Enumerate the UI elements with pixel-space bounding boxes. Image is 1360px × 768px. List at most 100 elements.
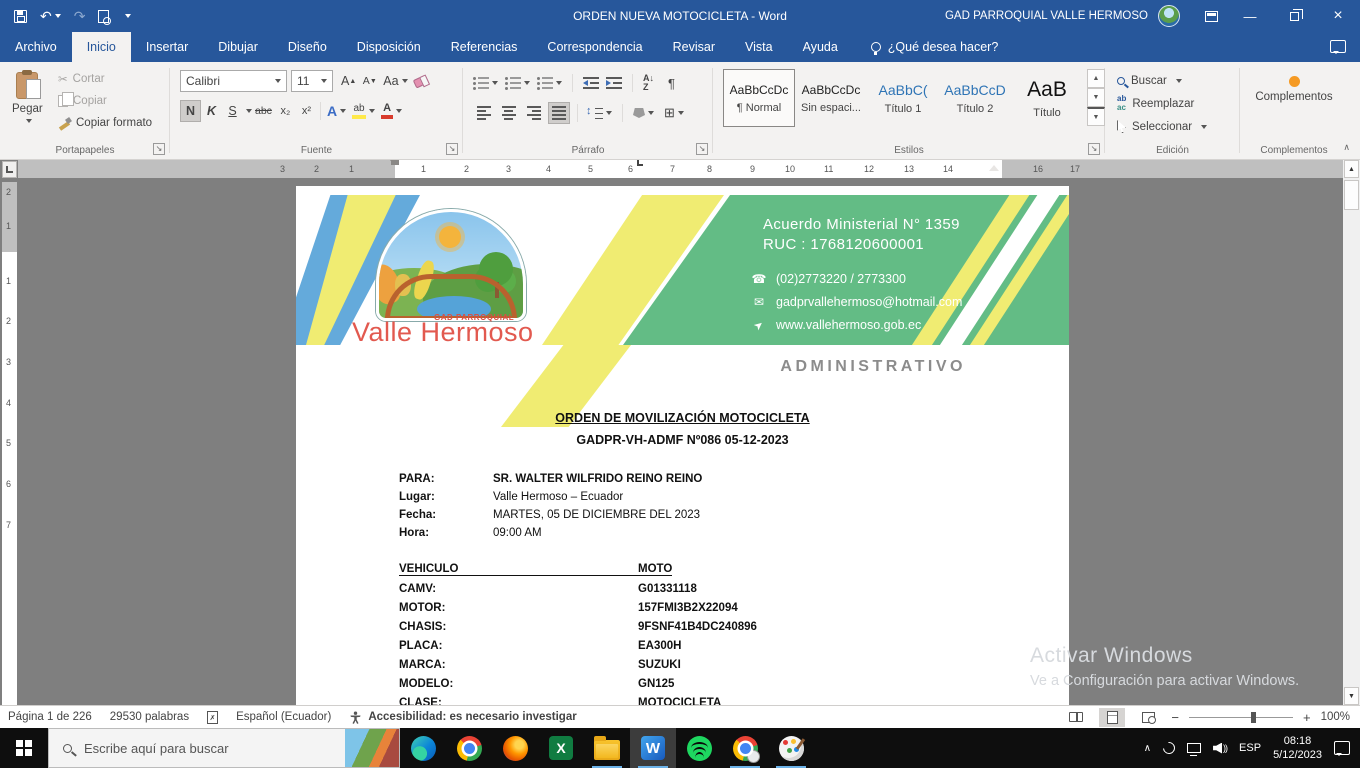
font-dialog-launcher[interactable]: ↘ [446, 143, 458, 155]
styles-scroll-up[interactable]: ▲ [1087, 69, 1105, 88]
page-indicator[interactable]: Página 1 de 226 [8, 711, 92, 723]
change-case-button[interactable]: Aa [380, 70, 410, 92]
taskbar-chrome[interactable] [446, 728, 492, 768]
shading-button[interactable] [630, 102, 657, 124]
tab-insertar[interactable]: Insertar [131, 32, 203, 62]
select-button[interactable]: Seleccionar [1117, 115, 1207, 138]
shrink-font-button[interactable]: A▼ [359, 70, 380, 92]
tab-revisar[interactable]: Revisar [658, 32, 730, 62]
decrease-indent-button[interactable] [583, 77, 599, 89]
taskbar-firefox[interactable] [492, 728, 538, 768]
scroll-up-button[interactable]: ▲ [1344, 160, 1359, 178]
taskbar-excel[interactable]: X [538, 728, 584, 768]
replace-button[interactable]: abacReemplazar [1117, 92, 1207, 115]
close-button[interactable]: × [1316, 0, 1360, 32]
zoom-out-button[interactable]: − [1171, 710, 1179, 725]
onedrive-icon[interactable] [1161, 740, 1178, 757]
sort-button[interactable]: A↓Z [643, 74, 654, 92]
taskbar-word[interactable]: W [630, 728, 676, 768]
taskbar-file-explorer[interactable] [584, 728, 630, 768]
underline-button[interactable]: S [222, 100, 243, 122]
scroll-down-button[interactable]: ▼ [1344, 687, 1359, 705]
comments-icon[interactable] [1330, 40, 1346, 53]
tray-chevron-icon[interactable]: ∧ [1144, 743, 1151, 754]
vertical-ruler[interactable]: 211234567 [2, 182, 17, 705]
account-name[interactable]: GAD PARROQUIAL VALLE HERMOSO [945, 10, 1148, 22]
justify-button[interactable] [548, 102, 570, 124]
font-color-button[interactable]: A [378, 100, 405, 122]
taskbar-edge[interactable] [400, 728, 446, 768]
bold-button[interactable]: N [180, 100, 201, 122]
highlight-button[interactable]: ab [349, 100, 378, 122]
tab-vista[interactable]: Vista [730, 32, 788, 62]
align-center-button[interactable] [498, 102, 519, 124]
align-left-button[interactable] [473, 102, 494, 124]
line-spacing-button[interactable] [585, 102, 615, 124]
clear-formatting-button[interactable] [411, 70, 432, 92]
horizontal-ruler[interactable]: 32112345678910111213141617 [18, 160, 1345, 178]
tray-clock[interactable]: 08:185/12/2023 [1273, 734, 1322, 763]
ribbon-display-options-button[interactable] [1194, 0, 1228, 32]
style-heading1[interactable]: AaBbC(Título 1 [867, 69, 939, 127]
styles-more-button[interactable]: ▼ [1087, 107, 1105, 126]
style-heading2[interactable]: AaBbCcDTítulo 2 [939, 69, 1011, 127]
zoom-level[interactable]: 100% [1321, 711, 1350, 723]
left-indent-marker[interactable] [391, 160, 399, 165]
start-button[interactable] [0, 728, 48, 768]
web-layout-button[interactable] [1135, 708, 1161, 727]
strikethrough-button[interactable]: abc [252, 100, 275, 122]
language-indicator[interactable]: Español (Ecuador) [236, 711, 331, 723]
action-center-icon[interactable] [1334, 741, 1350, 755]
tab-dibujar[interactable]: Dibujar [203, 32, 273, 62]
format-painter-button[interactable]: Copiar formato [58, 112, 152, 134]
increase-indent-button[interactable] [606, 77, 622, 89]
tab-selector[interactable] [2, 161, 17, 178]
proofing-icon[interactable]: ✗ [207, 711, 218, 724]
numbering-button[interactable] [505, 77, 530, 90]
clipboard-dialog-launcher[interactable]: ↘ [153, 143, 165, 155]
grow-font-button[interactable]: A▲ [338, 70, 359, 92]
read-mode-button[interactable] [1063, 708, 1089, 727]
restore-button[interactable] [1272, 0, 1316, 32]
tab-diseno[interactable]: Diseño [273, 32, 342, 62]
scrollbar-thumb[interactable] [1344, 180, 1359, 210]
subscript-button[interactable]: x₂ [275, 100, 296, 122]
show-marks-button[interactable]: ¶ [661, 72, 682, 94]
language-switcher[interactable]: ESP [1239, 742, 1261, 754]
tab-referencias[interactable]: Referencias [436, 32, 533, 62]
accessibility-status[interactable]: Accesibilidad: es necesario investigar [349, 711, 576, 724]
tab-ayuda[interactable]: Ayuda [788, 32, 853, 62]
cut-button[interactable]: ✂Cortar [58, 68, 152, 90]
style-title[interactable]: AaBTítulo [1011, 69, 1083, 127]
paste-button[interactable]: Pegar [12, 64, 43, 123]
avatar[interactable] [1158, 5, 1180, 27]
italic-button[interactable]: K [201, 100, 222, 122]
zoom-slider-thumb[interactable] [1251, 712, 1256, 723]
paragraph-dialog-launcher[interactable]: ↘ [696, 143, 708, 155]
styles-dialog-launcher[interactable]: ↘ [1088, 143, 1100, 155]
style-no-spacing[interactable]: AaBbCcDcSin espaci... [795, 69, 867, 127]
taskbar-spotify[interactable] [676, 728, 722, 768]
document-page[interactable]: Acuerdo Ministerial N° 1359 RUC : 176812… [296, 186, 1069, 705]
tab-archivo[interactable]: Archivo [0, 32, 72, 62]
taskbar-search[interactable]: Escribe aquí para buscar [48, 728, 400, 768]
borders-button[interactable]: ⊞ [661, 102, 687, 124]
minimize-button[interactable]: — [1228, 0, 1272, 32]
text-effects-button[interactable]: A [324, 100, 349, 122]
multilevel-list-button[interactable] [537, 77, 562, 90]
vertical-scrollbar[interactable]: ▲ ▼ [1343, 160, 1360, 705]
tell-me-box[interactable]: ¿Qué desea hacer? [871, 32, 999, 62]
align-right-button[interactable] [523, 102, 544, 124]
tab-correspondencia[interactable]: Correspondencia [532, 32, 657, 62]
styles-scroll-down[interactable]: ▼ [1087, 88, 1105, 107]
find-button[interactable]: Buscar [1117, 69, 1207, 92]
zoom-slider[interactable] [1189, 717, 1293, 718]
print-layout-button[interactable] [1099, 708, 1125, 727]
tab-inicio[interactable]: Inicio [72, 32, 131, 62]
taskbar-chrome-profile[interactable] [722, 728, 768, 768]
taskbar-paint[interactable] [768, 728, 814, 768]
tab-disposicion[interactable]: Disposición [342, 32, 436, 62]
copy-button[interactable]: Copiar [58, 90, 152, 112]
network-icon[interactable] [1187, 743, 1201, 753]
collapse-ribbon-button[interactable]: ∧ [1343, 142, 1350, 153]
